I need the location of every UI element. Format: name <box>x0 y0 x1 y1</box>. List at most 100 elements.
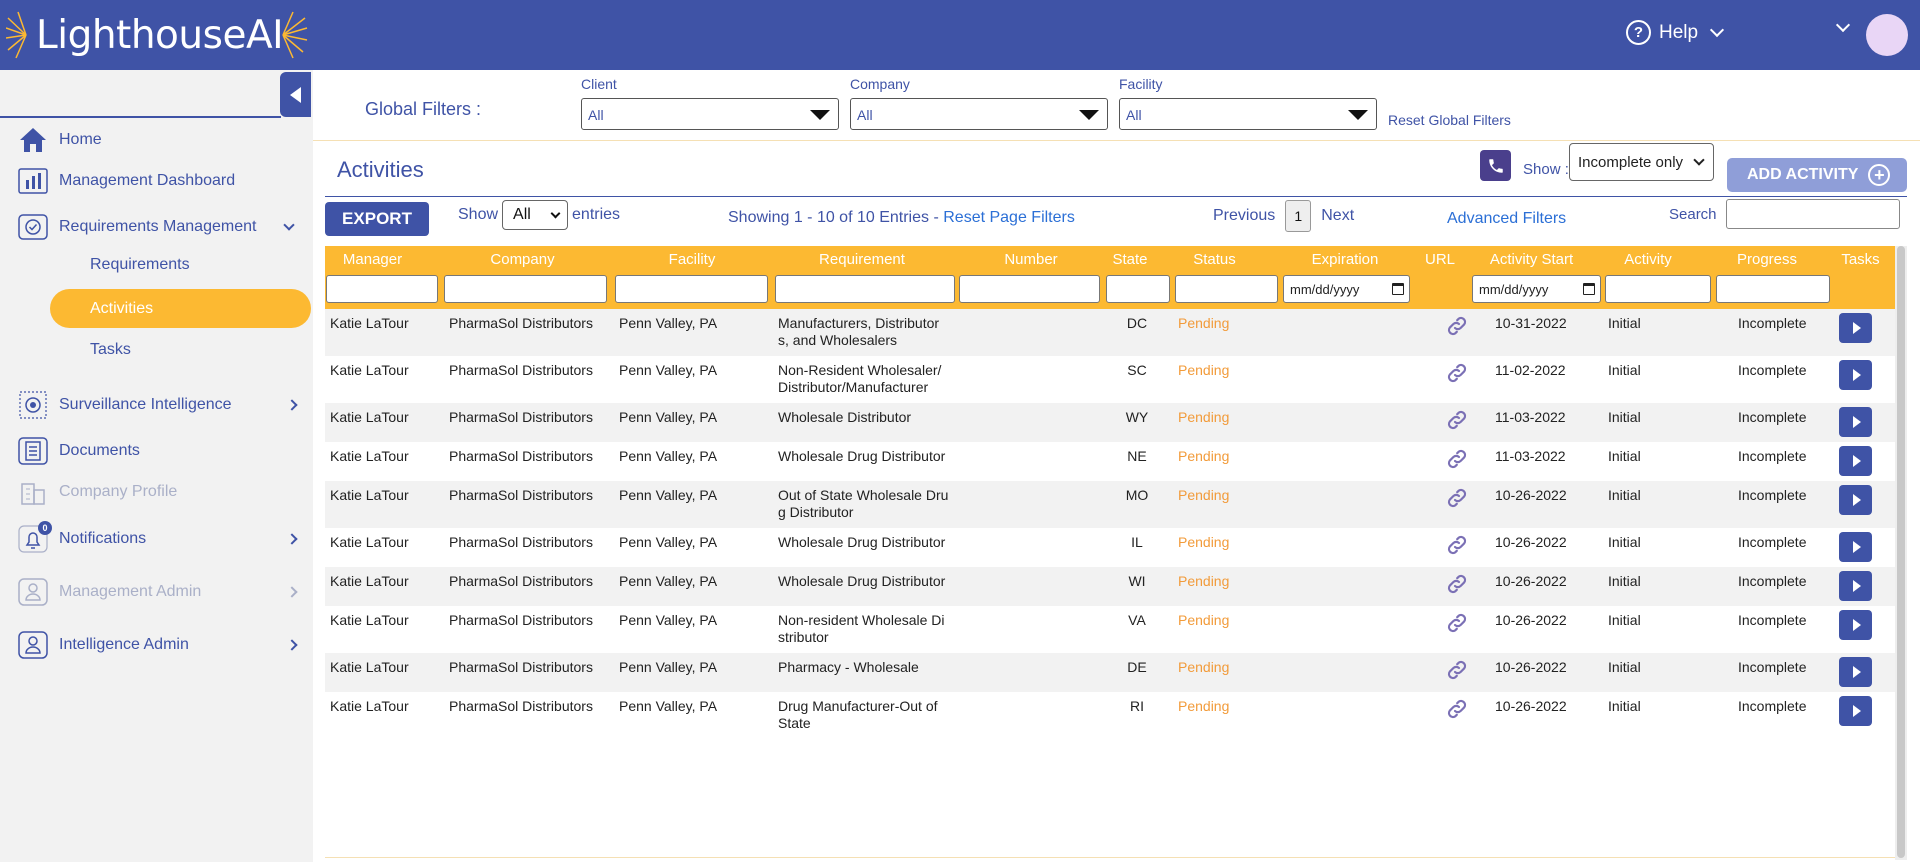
filter-input-manager[interactable] <box>326 275 438 303</box>
table-row[interactable]: Katie LaTour PharmaSol Distributors Penn V… <box>325 567 1895 606</box>
task-open-button[interactable] <box>1839 485 1872 515</box>
sidebar-item-intelligence-admin[interactable]: Intelligence Admin <box>0 630 313 660</box>
company-select[interactable]: All <box>850 98 1108 130</box>
table-row[interactable]: Katie LaTour PharmaSol Distributors Penn V… <box>325 606 1895 653</box>
sidebar-collapse-button[interactable] <box>280 72 311 117</box>
cell-status: Pending <box>1178 659 1230 675</box>
link-icon[interactable] <box>1445 314 1469 341</box>
column-header-company[interactable]: Company <box>440 249 605 271</box>
sidebar-item-documents[interactable]: Documents <box>0 436 313 466</box>
link-icon[interactable] <box>1445 572 1469 599</box>
table-row[interactable]: Katie LaTour PharmaSol Distributors Penn V… <box>325 403 1895 442</box>
column-header-manager[interactable]: Manager <box>325 249 420 271</box>
user-menu-chevron[interactable] <box>1832 17 1851 33</box>
column-header-state[interactable]: State <box>1105 249 1155 271</box>
filter-input-status[interactable] <box>1175 275 1278 303</box>
column-header-activity[interactable]: Activity <box>1603 249 1693 271</box>
column-header-facility[interactable]: Facility <box>612 249 772 271</box>
link-icon[interactable] <box>1445 486 1469 513</box>
column-header-url[interactable]: URL <box>1420 249 1460 271</box>
table-row[interactable]: Katie LaTour PharmaSol Distributors Penn V… <box>325 692 1895 739</box>
filter-input-company[interactable] <box>444 275 607 303</box>
task-open-button[interactable] <box>1839 446 1872 476</box>
table-scrollbar[interactable] <box>1895 246 1907 860</box>
filter-input-activity[interactable] <box>1605 275 1711 303</box>
link-icon[interactable] <box>1445 611 1469 638</box>
column-header-tasks[interactable]: Tasks <box>1833 249 1888 271</box>
sidebar-item-requirements-management[interactable]: Requirements Management <box>0 212 313 242</box>
sidebar-subitem-activities[interactable]: Activities <box>50 289 311 328</box>
sidebar-item-home[interactable]: Home <box>0 125 313 155</box>
filter-input-number[interactable] <box>959 275 1100 303</box>
link-icon[interactable] <box>1445 658 1469 685</box>
cell-requirement: Pharmacy - Wholesale <box>778 659 960 676</box>
brand-name: LighthouseAI <box>36 12 284 58</box>
search-input[interactable] <box>1726 199 1900 229</box>
column-header-start[interactable]: Activity Start <box>1468 249 1595 271</box>
table-row[interactable]: Katie LaTour PharmaSol Distributors Penn V… <box>325 356 1895 403</box>
filter-input-progress[interactable] <box>1716 275 1830 303</box>
task-open-button[interactable] <box>1839 657 1872 687</box>
advanced-filters-link[interactable]: Advanced Filters <box>1447 210 1566 228</box>
calendar-icon[interactable] <box>1583 283 1595 295</box>
task-open-button[interactable] <box>1839 571 1872 601</box>
filter-input-requirement[interactable] <box>775 275 955 303</box>
sidebar-item-company-profile[interactable]: Company Profile <box>0 477 313 507</box>
table-row[interactable]: Katie LaTour PharmaSol Distributors Penn V… <box>325 481 1895 528</box>
sidebar-item-surveillance-intelligence[interactable]: Surveillance Intelligence <box>0 390 313 420</box>
user-icon <box>17 578 49 606</box>
logo[interactable]: LighthouseAI <box>6 8 309 62</box>
filter-input-state[interactable] <box>1106 275 1170 303</box>
calendar-icon[interactable] <box>1392 283 1404 295</box>
export-button[interactable]: EXPORT <box>325 202 429 236</box>
sidebar-item-management-admin[interactable]: Management Admin <box>0 577 313 607</box>
reset-page-filters-link[interactable]: Reset Page Filters <box>943 209 1075 226</box>
previous-page-button[interactable]: Previous <box>1213 207 1275 225</box>
column-header-requirement[interactable]: Requirement <box>772 249 952 271</box>
cell-line: stributor <box>778 629 829 645</box>
table-row[interactable]: Katie LaTour PharmaSol Distributors Penn V… <box>325 442 1895 481</box>
task-open-button[interactable] <box>1839 407 1872 437</box>
cell-facility: Penn Valley, PA <box>619 487 718 503</box>
show-filter-select[interactable]: Incomplete only <box>1569 143 1714 181</box>
column-header-status[interactable]: Status <box>1177 249 1252 271</box>
task-open-button[interactable] <box>1839 610 1872 640</box>
entries-select[interactable]: All <box>502 200 569 230</box>
next-page-button[interactable]: Next <box>1321 207 1354 225</box>
avatar[interactable] <box>1866 14 1908 56</box>
cell-requirement: Wholesale Drug Distributor <box>778 448 960 465</box>
page-1-button[interactable]: 1 <box>1285 200 1312 232</box>
task-open-button[interactable] <box>1839 532 1872 562</box>
link-icon[interactable] <box>1445 533 1469 560</box>
table-row[interactable]: Katie LaTour PharmaSol Distributors Penn V… <box>325 309 1895 356</box>
column-header-progress[interactable]: Progress <box>1717 249 1817 271</box>
scrollbar-thumb[interactable] <box>1897 246 1905 858</box>
sidebar-item-notifications[interactable]: 0 Notifications <box>0 521 313 554</box>
table-header: Manager Company Facility Requirement Number S… <box>325 246 1895 309</box>
task-open-button[interactable] <box>1839 360 1872 390</box>
cell-requirement: Out of State Wholesale Dru g Distributor <box>778 487 960 521</box>
column-header-number[interactable]: Number <box>961 249 1101 271</box>
filter-input-expiration[interactable]: mm/dd/yyyy <box>1283 275 1410 303</box>
help-menu[interactable]: ? Help <box>1626 20 1725 45</box>
client-select[interactable]: All <box>581 98 839 130</box>
link-icon[interactable] <box>1445 408 1469 435</box>
sidebar-item-management-dashboard[interactable]: Management Dashboard <box>0 166 313 196</box>
filter-input-start[interactable]: mm/dd/yyyy <box>1472 275 1601 303</box>
task-open-button[interactable] <box>1839 696 1872 726</box>
sidebar-subitem-tasks[interactable]: Tasks <box>90 341 131 359</box>
sidebar-subitem-requirements[interactable]: Requirements <box>90 256 190 274</box>
call-button[interactable] <box>1480 150 1511 181</box>
link-icon[interactable] <box>1445 447 1469 474</box>
table-row[interactable]: Katie LaTour PharmaSol Distributors Penn V… <box>325 653 1895 692</box>
facility-select[interactable]: All <box>1119 98 1377 130</box>
filter-input-facility[interactable] <box>615 275 768 303</box>
play-icon <box>1852 369 1861 381</box>
reset-global-filters-link[interactable]: Reset Global Filters <box>1388 112 1511 128</box>
task-open-button[interactable] <box>1839 313 1872 343</box>
link-icon[interactable] <box>1445 361 1469 388</box>
table-row[interactable]: Katie LaTour PharmaSol Distributors Penn V… <box>325 528 1895 567</box>
column-header-expiration[interactable]: Expiration <box>1285 249 1405 271</box>
link-icon[interactable] <box>1445 697 1469 724</box>
add-activity-button[interactable]: ADD ACTIVITY + <box>1727 158 1907 192</box>
